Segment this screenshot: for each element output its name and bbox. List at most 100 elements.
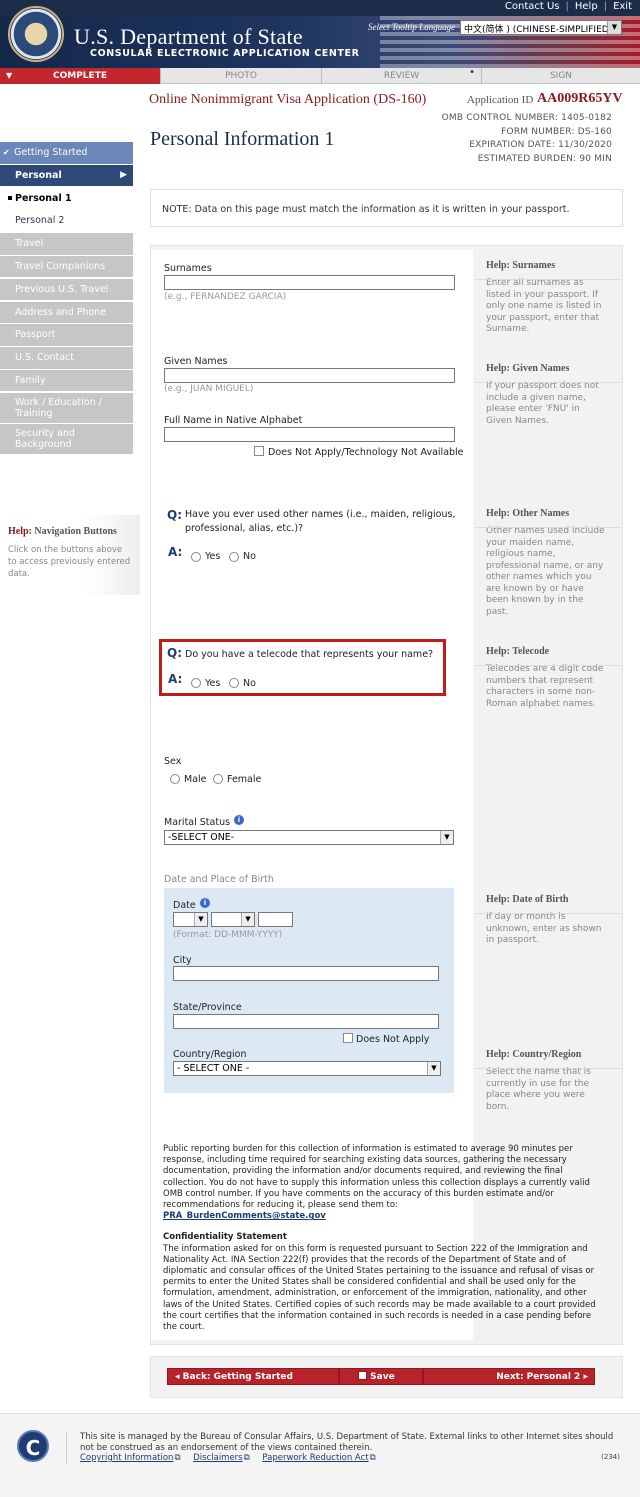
answer-mark: A:	[168, 545, 183, 559]
native-name-input[interactable]	[164, 427, 455, 442]
given-names-input[interactable]	[164, 368, 455, 383]
help-body: Telecodes are 4 digit code numbers that …	[486, 664, 604, 709]
confidentiality-title: Confidentiality Statement	[163, 1232, 287, 1243]
help-surnames: Help: Surnames Enter all surnames as lis…	[486, 260, 606, 336]
omb-label: FORM NUMBER:	[501, 126, 575, 137]
site-title: U.S. Department of State	[74, 24, 303, 49]
chevron-down-icon: ▼	[427, 1062, 440, 1075]
disclaimers-link[interactable]: Disclaimers	[193, 1453, 242, 1463]
help-heading: Help: Given Names	[486, 363, 606, 374]
dob-month-select[interactable]: ▼	[211, 912, 255, 927]
nav-personal-1[interactable]: Personal 1	[0, 187, 133, 210]
marital-status-select[interactable]: -SELECT ONE- ▼	[164, 830, 454, 845]
sex-label: Sex	[164, 756, 182, 767]
native-name-label: Full Name in Native Alphabet	[164, 415, 303, 426]
nav-passport[interactable]: Passport	[0, 324, 133, 346]
step-review: REVIEW •	[321, 67, 481, 84]
omb-label: EXPIRATION DATE:	[469, 140, 556, 150]
next-button[interactable]: Next: Personal 2 ▸	[423, 1368, 595, 1385]
back-button[interactable]: ◂ Back: Getting Started	[167, 1368, 339, 1385]
help-link[interactable]: Help	[575, 1, 598, 12]
help-title: Given Names	[512, 363, 570, 374]
nav-travel-companions[interactable]: Travel Companions	[0, 255, 133, 278]
help-country: Help: Country/Region Select the name tha…	[486, 1049, 606, 1113]
country-select[interactable]: - SELECT ONE - ▼	[173, 1061, 441, 1076]
telecode-no-radio[interactable]	[229, 678, 239, 688]
footer-links: Copyright Information⧉ Disclaimers⧉ Pape…	[80, 1453, 386, 1463]
help-prefix: Help:	[486, 894, 510, 905]
country-label: Country/Region	[173, 1049, 247, 1060]
city-label: City	[173, 955, 192, 966]
sex-male-radio[interactable]	[170, 774, 180, 784]
state-na-label: Does Not Apply	[356, 1034, 430, 1045]
other-names-no-radio[interactable]	[229, 552, 239, 562]
nav-label: Background	[15, 439, 72, 451]
nav-getting-started[interactable]: Getting Started	[0, 142, 133, 164]
help-divider	[474, 913, 622, 914]
native-name-na-checkbox[interactable]	[254, 446, 264, 456]
exit-link[interactable]: Exit	[613, 1, 632, 12]
nav-address-phone[interactable]: Address and Phone	[0, 301, 133, 324]
help-body: Click on the buttons above to access pre…	[8, 545, 131, 579]
arrow-right-icon: ▸	[583, 1372, 588, 1382]
dob-day-select[interactable]: ▼	[173, 912, 208, 927]
legal-text: Public reporting burden for this collect…	[163, 1144, 603, 1333]
nav-previous-travel[interactable]: Previous U.S. Travel	[0, 278, 133, 301]
city-input[interactable]	[173, 966, 439, 981]
site-subtitle: CONSULAR ELECTRONIC APPLICATION CENTER	[90, 48, 360, 59]
help-telecode: Help: Telecode Telecodes are 4 digit cod…	[486, 646, 606, 710]
telecode-yes-radio[interactable]	[191, 678, 201, 688]
passport-notice: NOTE: Data on this page must match the i…	[150, 189, 623, 227]
step-label: PHOTO	[225, 71, 257, 81]
surnames-label: Surnames	[164, 263, 212, 274]
nav-travel[interactable]: Travel	[0, 233, 133, 255]
paperwork-reduction-link[interactable]: Paperwork Reduction Act	[262, 1453, 368, 1463]
step-photo: PHOTO	[160, 68, 321, 84]
help-prefix: Help:	[486, 363, 510, 374]
progress-steps: ▼ COMPLETE PHOTO REVIEW • SIGN	[0, 67, 640, 84]
help-prefix: Help:	[486, 1049, 510, 1060]
button-label: Back: Getting Started	[182, 1372, 293, 1382]
sex-female-radio[interactable]	[213, 774, 223, 784]
info-icon[interactable]: i	[200, 898, 210, 908]
burden-statement: Public reporting burden for this collect…	[163, 1144, 590, 1211]
nav-family[interactable]: Family	[0, 369, 133, 392]
save-button[interactable]: Save	[339, 1368, 423, 1385]
arrow-left-icon: ◂	[175, 1372, 180, 1382]
copyright-link[interactable]: Copyright Information	[80, 1453, 173, 1463]
help-heading: Help: Other Names	[486, 508, 606, 519]
sex-male-label: Male	[184, 774, 207, 785]
page-title: Personal Information 1	[150, 128, 335, 150]
step-label: REVIEW	[383, 71, 420, 81]
help-title: Other Names	[512, 508, 570, 519]
nav-us-contact[interactable]: U.S. Contact	[0, 347, 133, 369]
other-names-yes-radio[interactable]	[191, 552, 201, 562]
nav-personal-2[interactable]: Personal 2	[0, 210, 133, 232]
state-input[interactable]	[173, 1014, 439, 1029]
help-heading: Help: Date of Birth	[486, 894, 606, 905]
telecode-no-label: No	[243, 678, 256, 689]
contact-us-link[interactable]: Contact Us	[505, 1, 560, 12]
step-dot-icon: •	[469, 67, 475, 78]
nav-security[interactable]: Security and Background	[0, 424, 133, 455]
consular-affairs-logo: C	[17, 1430, 49, 1462]
burden-email-link[interactable]: PRA_BurdenComments@state.gov	[163, 1211, 603, 1222]
state-na-checkbox[interactable]	[343, 1033, 353, 1043]
info-icon[interactable]: i	[234, 815, 244, 825]
other-names-no-label: No	[243, 551, 256, 562]
nav-personal[interactable]: Personal ▶	[0, 164, 133, 187]
date-label: Date	[173, 900, 196, 911]
external-link-icon: ⧉	[243, 1453, 250, 1463]
caret-down-icon: ▼	[6, 71, 13, 80]
sex-female-label: Female	[227, 774, 262, 785]
help-title: Country/Region	[512, 1049, 582, 1060]
step-sign: SIGN	[481, 68, 640, 84]
nav-label: Personal	[15, 169, 62, 181]
surnames-input[interactable]	[164, 275, 455, 290]
tooltip-language-select[interactable]: 中文(简体 ) (CHINESE-SIMPLIFIED) ▼	[460, 20, 622, 35]
help-heading: Help: Surnames	[486, 260, 606, 271]
dob-year-input[interactable]	[258, 912, 293, 927]
omb-label: ESTIMATED BURDEN:	[477, 153, 577, 164]
nav-work-education[interactable]: Work / Education / Training	[0, 392, 133, 423]
state-label: State/Province	[173, 1002, 242, 1013]
